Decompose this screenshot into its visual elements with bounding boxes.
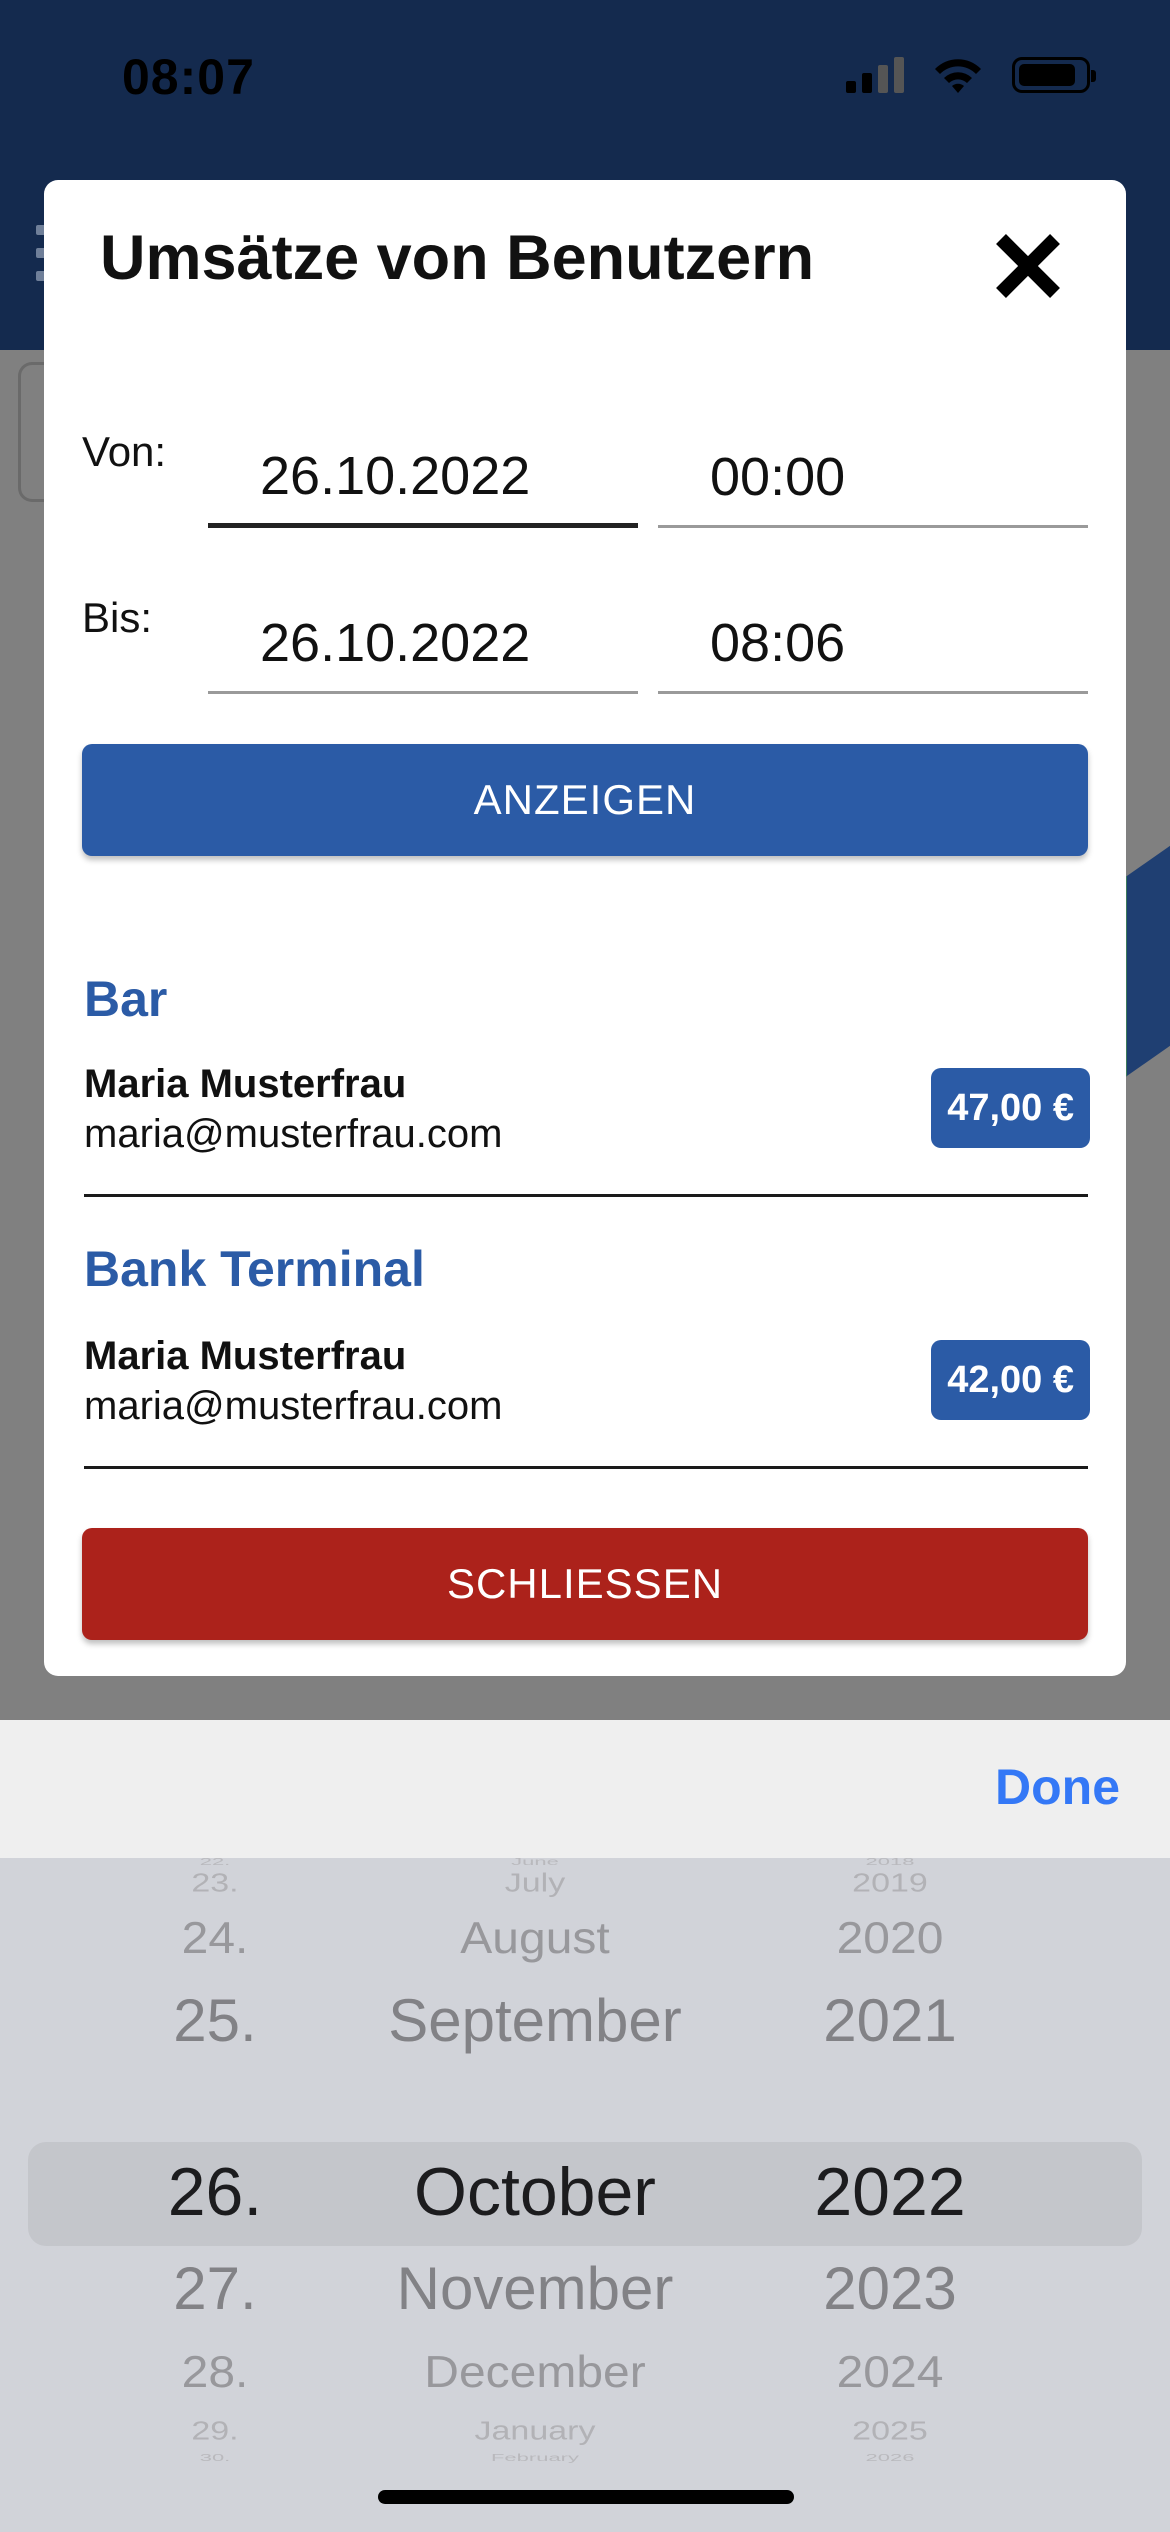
year-option[interactable]: 2025	[852, 2416, 928, 2445]
amount-badge: 42,00 €	[931, 1340, 1090, 1420]
close-button[interactable]	[992, 230, 1064, 302]
dialog-title: Umsätze von Benutzern	[100, 223, 815, 293]
day-option[interactable]: 28.	[182, 2347, 249, 2398]
month-wheel[interactable]: June July August September October November De…	[330, 1858, 800, 2532]
day-option[interactable]: 29.	[191, 2416, 238, 2445]
wifi-icon	[935, 59, 981, 93]
year-option[interactable]: 2021	[823, 1986, 956, 2055]
day-option[interactable]: 27.	[173, 2254, 256, 2323]
day-option[interactable]: 24.	[182, 1913, 249, 1964]
date-picker[interactable]: 22. 23. 24. 25. 26. 27. 28. 29. 30. June July Augu…	[0, 1858, 1170, 2532]
section-title-bar: Bar	[84, 971, 168, 1027]
to-label: Bis:	[82, 594, 153, 641]
year-option[interactable]: 2019	[852, 1868, 928, 1897]
status-time: 08:07	[122, 49, 255, 105]
close-icon	[996, 234, 1060, 298]
year-option[interactable]: 2023	[823, 2254, 956, 2323]
month-option[interactable]: September	[388, 1986, 682, 2055]
year-wheel[interactable]: 2018 2019 2020 2021 2022 2023 2024 2025 2026	[800, 1858, 1170, 2532]
show-button[interactable]: ANZEIGEN	[82, 744, 1088, 856]
year-option[interactable]: 2026	[866, 2452, 915, 2464]
user-name: Maria Musterfrau	[84, 1062, 407, 1106]
year-option[interactable]: 2020	[837, 1913, 944, 1964]
divider	[84, 1194, 1088, 1197]
month-option[interactable]: October	[414, 2153, 656, 2231]
month-option[interactable]: December	[424, 2347, 645, 2398]
year-option[interactable]: 2018	[866, 1858, 915, 1868]
year-option[interactable]: 2024	[837, 2347, 944, 2398]
month-option[interactable]: June	[511, 1858, 559, 1868]
user-email: maria@musterfrau.com	[84, 1112, 503, 1156]
cellular-signal-icon	[846, 57, 904, 93]
month-option[interactable]: August	[460, 1913, 609, 1964]
to-date-field[interactable]: 26.10.2022	[208, 594, 638, 694]
from-time-field[interactable]: 00:00	[658, 428, 1088, 528]
section-title-bank-terminal: Bank Terminal	[84, 1241, 425, 1297]
month-option[interactable]: July	[505, 1868, 565, 1897]
divider	[84, 1466, 1088, 1469]
status-icons	[846, 55, 1096, 95]
month-option[interactable]: February	[491, 2452, 579, 2464]
sales-by-user-dialog: Umsätze von Benutzern Von: 26.10.2022 00…	[44, 180, 1126, 1676]
day-wheel[interactable]: 22. 23. 24. 25. 26. 27. 28. 29. 30.	[0, 1858, 330, 2532]
from-label: Von:	[82, 428, 167, 475]
done-button[interactable]: Done	[995, 1758, 1120, 1816]
picker-toolbar: Done	[0, 1720, 1170, 1858]
month-option[interactable]: January	[475, 2416, 596, 2445]
close-dialog-button[interactable]: SCHLIESSEN	[82, 1528, 1088, 1640]
amount-badge: 47,00 €	[931, 1068, 1090, 1148]
month-option[interactable]: November	[397, 2254, 674, 2323]
battery-icon	[1012, 57, 1096, 93]
day-option[interactable]: 22.	[200, 1858, 231, 1868]
from-date-field[interactable]: 26.10.2022	[208, 428, 638, 528]
user-email: maria@musterfrau.com	[84, 1384, 503, 1428]
day-option[interactable]: 23.	[191, 1868, 238, 1897]
day-option[interactable]: 30.	[200, 2452, 231, 2464]
home-indicator	[378, 2490, 794, 2504]
day-option[interactable]: 25.	[173, 1986, 256, 2055]
user-name: Maria Musterfrau	[84, 1334, 407, 1378]
day-option[interactable]: 26.	[168, 2153, 263, 2231]
to-time-field[interactable]: 08:06	[658, 594, 1088, 694]
year-option[interactable]: 2022	[814, 2153, 965, 2231]
